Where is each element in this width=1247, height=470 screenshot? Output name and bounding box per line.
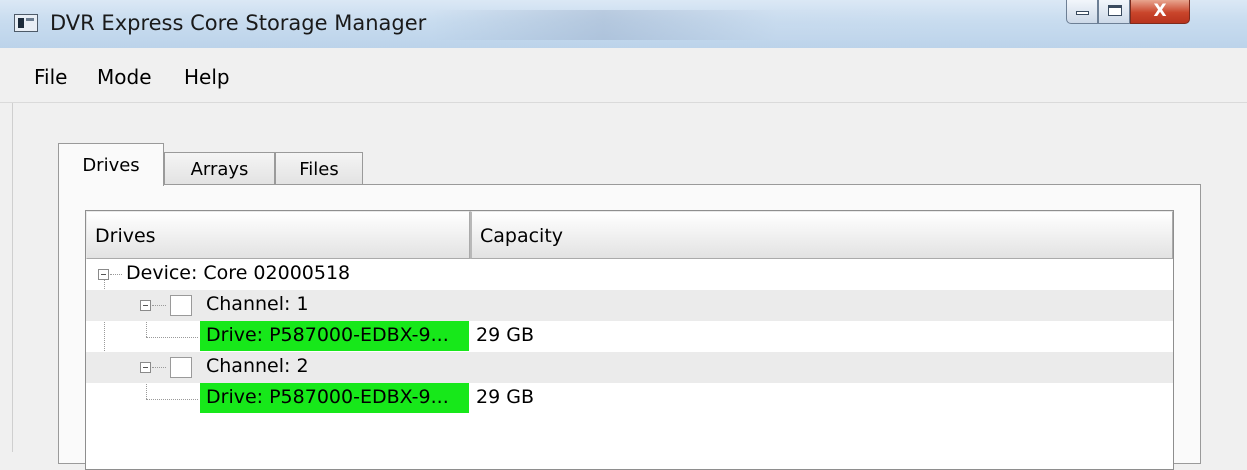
channel-label: Channel: 1 — [206, 293, 309, 315]
close-button[interactable]: X — [1130, 0, 1190, 24]
menu-file[interactable]: File — [34, 65, 67, 89]
window-border — [12, 103, 13, 452]
tree-row-device[interactable]: Device: Core 02000518 — [86, 259, 1173, 290]
minimize-button[interactable] — [1066, 0, 1098, 24]
menu-bar: File Mode Help — [0, 48, 1247, 103]
tab-drives[interactable]: Drives — [58, 143, 164, 186]
tab-arrays[interactable]: Arrays — [164, 152, 275, 186]
drives-tree-view[interactable]: Drives Capacity Device: Core 02000518 Ch… — [85, 210, 1174, 470]
collapse-icon[interactable] — [98, 269, 109, 280]
column-header-drives[interactable]: Drives — [86, 211, 470, 259]
drive-capacity: 29 GB — [476, 386, 534, 408]
channel-label: Channel: 2 — [206, 355, 309, 377]
tree-row-drive-2[interactable]: Drive: P587000-EDBX-9... 29 GB — [86, 383, 1173, 414]
minimize-icon — [1076, 11, 1089, 15]
close-icon: X — [1153, 1, 1167, 21]
collapse-icon[interactable] — [140, 300, 151, 311]
drive-label: Drive: P587000-EDBX-9... — [206, 324, 449, 346]
drive-label: Drive: P587000-EDBX-9... — [206, 386, 449, 408]
device-label: Device: Core 02000518 — [126, 262, 351, 284]
window-title: DVR Express Core Storage Manager — [50, 11, 427, 35]
drive-capacity: 29 GB — [476, 324, 534, 346]
column-header-capacity[interactable]: Capacity — [470, 211, 1173, 259]
menu-mode[interactable]: Mode — [97, 65, 152, 89]
tree-row-drive-1[interactable]: Drive: P587000-EDBX-9... 29 GB — [86, 321, 1173, 352]
tree-row-channel-1[interactable]: Channel: 1 — [86, 290, 1173, 321]
tree-connector — [152, 367, 166, 368]
tab-files[interactable]: Files — [275, 152, 363, 186]
channel-checkbox[interactable] — [170, 357, 192, 378]
maximize-icon — [1108, 5, 1122, 16]
menu-help[interactable]: Help — [184, 65, 230, 89]
channel-checkbox[interactable] — [170, 295, 192, 316]
tree-row-channel-2[interactable]: Channel: 2 — [86, 352, 1173, 383]
tree-connector — [152, 305, 166, 306]
title-bar[interactable]: DVR Express Core Storage Manager X — [0, 0, 1247, 48]
app-window-icon[interactable] — [14, 14, 38, 32]
maximize-button[interactable] — [1098, 0, 1130, 24]
collapse-icon[interactable] — [140, 362, 151, 373]
